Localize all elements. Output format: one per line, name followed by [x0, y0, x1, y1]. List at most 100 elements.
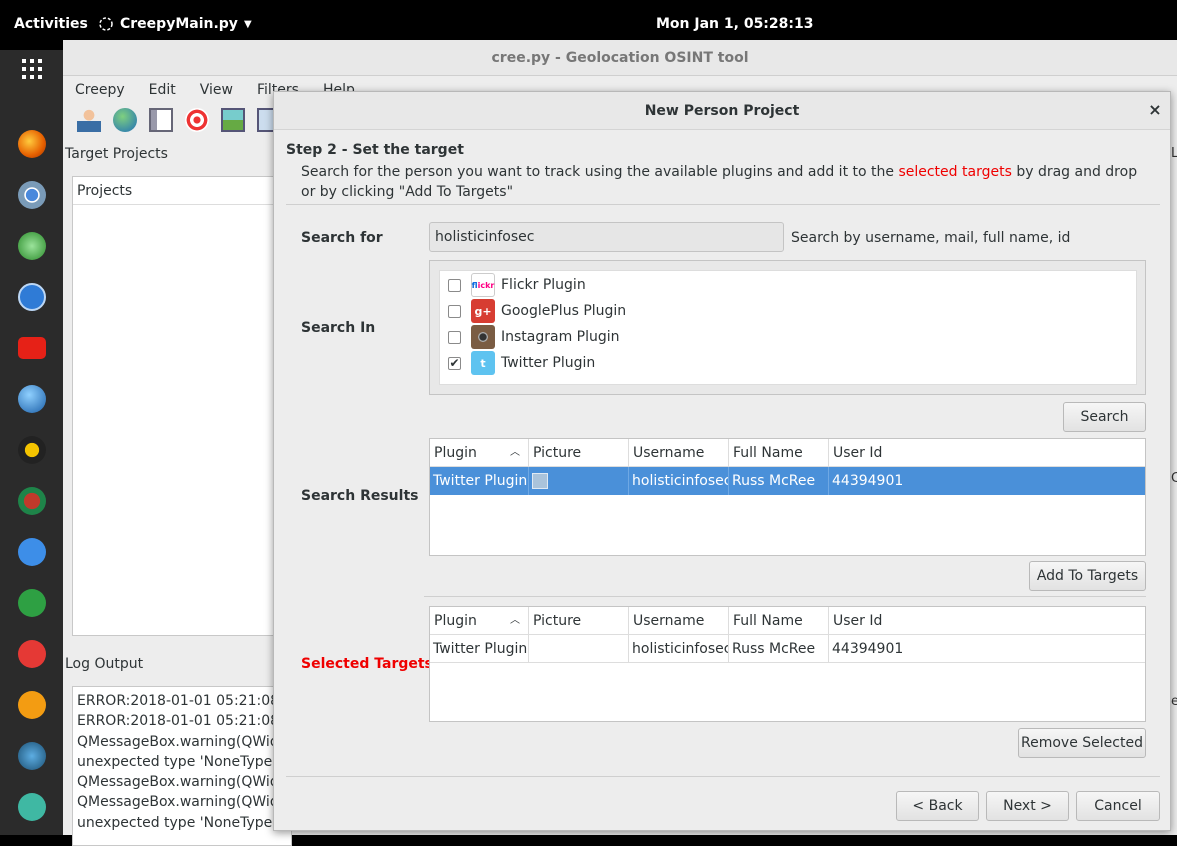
dock: [0, 50, 63, 835]
plugins-frame: fl ickr Flickr Plugin g+ GooglePlus Plugi…: [429, 260, 1146, 395]
clipped-label: L: [1171, 146, 1177, 161]
projects-tree[interactable]: Projects: [72, 176, 292, 636]
media-player-icon[interactable]: [18, 283, 46, 311]
clipped-label: C: [1171, 471, 1177, 486]
googleplus-icon: g+: [471, 299, 495, 323]
search-results-label: Search Results: [301, 488, 419, 504]
close-icon[interactable]: ×: [1146, 101, 1164, 119]
selected-targets-label: Selected Targets: [301, 656, 433, 672]
plugin-item-twitter[interactable]: ✔ t Twitter Plugin: [448, 351, 596, 375]
log-line: unexpected type 'NoneType': [77, 814, 277, 831]
search-in-label: Search In: [301, 320, 376, 336]
selected-targets-highlight: selected targets: [898, 164, 1012, 180]
app-grid-icon[interactable]: [22, 59, 42, 79]
description-text: Search for the person you want to track …: [301, 164, 899, 180]
window-title: cree.py - Geolocation OSINT tool: [63, 40, 1177, 76]
mail-icon[interactable]: [18, 691, 46, 719]
menu-creepy[interactable]: Creepy: [63, 76, 137, 104]
hazard-icon[interactable]: [18, 436, 46, 464]
back-button[interactable]: < Back: [896, 791, 979, 821]
cell-plugin: Twitter Plugin: [430, 467, 529, 495]
column-header-picture[interactable]: Picture: [529, 439, 629, 467]
cell-picture: [529, 635, 629, 663]
column-header-plugin[interactable]: Plugin ︿: [430, 439, 529, 467]
checkbox[interactable]: [448, 304, 461, 318]
menu-view[interactable]: View: [188, 76, 245, 104]
new-person-icon[interactable]: [77, 108, 101, 132]
globe-icon[interactable]: [18, 385, 46, 413]
search-results-table[interactable]: Plugin ︿ Picture Username Full Name User …: [429, 438, 1146, 556]
network-tool-icon[interactable]: [18, 232, 46, 260]
cell-fullname: Russ McRee: [729, 467, 829, 495]
log-output[interactable]: ERROR:2018-01-01 05:21:08,9 ERROR:2018-0…: [72, 686, 292, 846]
table-row[interactable]: Twitter Plugin holisticinfosec Russ McRe…: [430, 467, 1145, 495]
remove-selected-button[interactable]: Remove Selected: [1018, 728, 1146, 758]
add-to-targets-button[interactable]: Add To Targets: [1029, 561, 1146, 591]
plugin-item-googleplus[interactable]: g+ GooglePlus Plugin: [448, 299, 626, 323]
log-line: ERROR:2018-01-01 05:21:08,9: [77, 713, 292, 730]
checkbox[interactable]: [448, 330, 461, 344]
clipped-label: e: [1171, 694, 1177, 709]
cell-picture: [529, 467, 629, 495]
divider: [424, 596, 1146, 597]
camera-icon[interactable]: [18, 640, 46, 668]
sort-ascending-icon: ︿: [510, 447, 520, 458]
profile-picture-icon: [532, 473, 548, 489]
python-icon: [99, 17, 113, 31]
document-icon[interactable]: [18, 538, 46, 566]
clock[interactable]: Mon Jan 1, 05:28:13: [656, 16, 813, 32]
checkbox[interactable]: [448, 278, 461, 292]
log-output-label: Log Output: [65, 656, 144, 672]
speedometer-icon[interactable]: [18, 742, 46, 770]
activities-button[interactable]: Activities: [14, 16, 88, 32]
table-row[interactable]: Twitter Plugin holisticinfosec Russ McRe…: [430, 635, 1145, 663]
layout-icon[interactable]: [149, 108, 173, 132]
firefox-icon[interactable]: [18, 130, 46, 158]
search-input[interactable]: [429, 222, 784, 252]
globe-icon[interactable]: [113, 108, 137, 132]
app-menu-label: CreepyMain.py: [120, 16, 238, 32]
plugins-list[interactable]: fl ickr Flickr Plugin g+ GooglePlus Plugi…: [439, 270, 1137, 385]
column-header-fullname[interactable]: Full Name: [729, 439, 829, 467]
column-header-picture[interactable]: Picture: [529, 607, 629, 635]
cell-fullname: Russ McRee: [729, 635, 829, 663]
image-icon[interactable]: [221, 108, 245, 132]
target-icon[interactable]: [185, 108, 209, 132]
log-line: QMessageBox.warning(QWid: [77, 733, 279, 750]
search-button[interactable]: Search: [1063, 402, 1146, 432]
twitter-icon: t: [471, 351, 495, 375]
new-person-project-dialog: New Person Project × Step 2 - Set the ta…: [273, 91, 1171, 831]
menu-edit[interactable]: Edit: [137, 76, 188, 104]
log-line: unexpected type 'NoneType': [77, 753, 277, 770]
selected-targets-table[interactable]: Plugin ︿ Picture Username Full Name User …: [429, 606, 1146, 722]
column-label: Plugin: [434, 613, 477, 629]
log-line: QMessageBox.warning(QWid: [77, 794, 279, 811]
plugin-item-instagram[interactable]: Instagram Plugin: [448, 325, 620, 349]
youtube-icon[interactable]: [18, 337, 46, 359]
cancel-button[interactable]: Cancel: [1076, 791, 1160, 821]
checkbox-checked[interactable]: ✔: [448, 356, 461, 370]
cell-userid: 44394901: [832, 473, 904, 489]
column-header-plugin[interactable]: Plugin ︿: [430, 607, 529, 635]
column-header-username[interactable]: Username: [629, 439, 729, 467]
cell-username: holisticinfosec: [629, 635, 729, 663]
column-header-userid[interactable]: User Id: [829, 439, 1145, 467]
search-hint: Search by username, mail, full name, id: [791, 230, 1071, 246]
settings-icon[interactable]: [18, 793, 46, 821]
next-button[interactable]: Next >: [986, 791, 1069, 821]
download-icon[interactable]: [18, 589, 46, 617]
instagram-icon: [471, 325, 495, 349]
column-header-fullname[interactable]: Full Name: [729, 607, 829, 635]
column-header-username[interactable]: Username: [629, 607, 729, 635]
projects-header[interactable]: Projects: [73, 177, 291, 205]
column-header-userid[interactable]: User Id: [829, 607, 1145, 635]
tool-icon[interactable]: [18, 487, 46, 515]
divider: [286, 204, 1160, 205]
app-menu[interactable]: CreepyMain.py ▼: [98, 16, 252, 32]
plugin-item-flickr[interactable]: fl ickr Flickr Plugin: [448, 273, 586, 297]
divider: [286, 776, 1160, 777]
step-title: Step 2 - Set the target: [286, 142, 464, 158]
chrome-icon[interactable]: [18, 181, 46, 209]
cell-userid: 44394901: [832, 641, 904, 657]
plugin-label: Twitter Plugin: [501, 355, 596, 371]
